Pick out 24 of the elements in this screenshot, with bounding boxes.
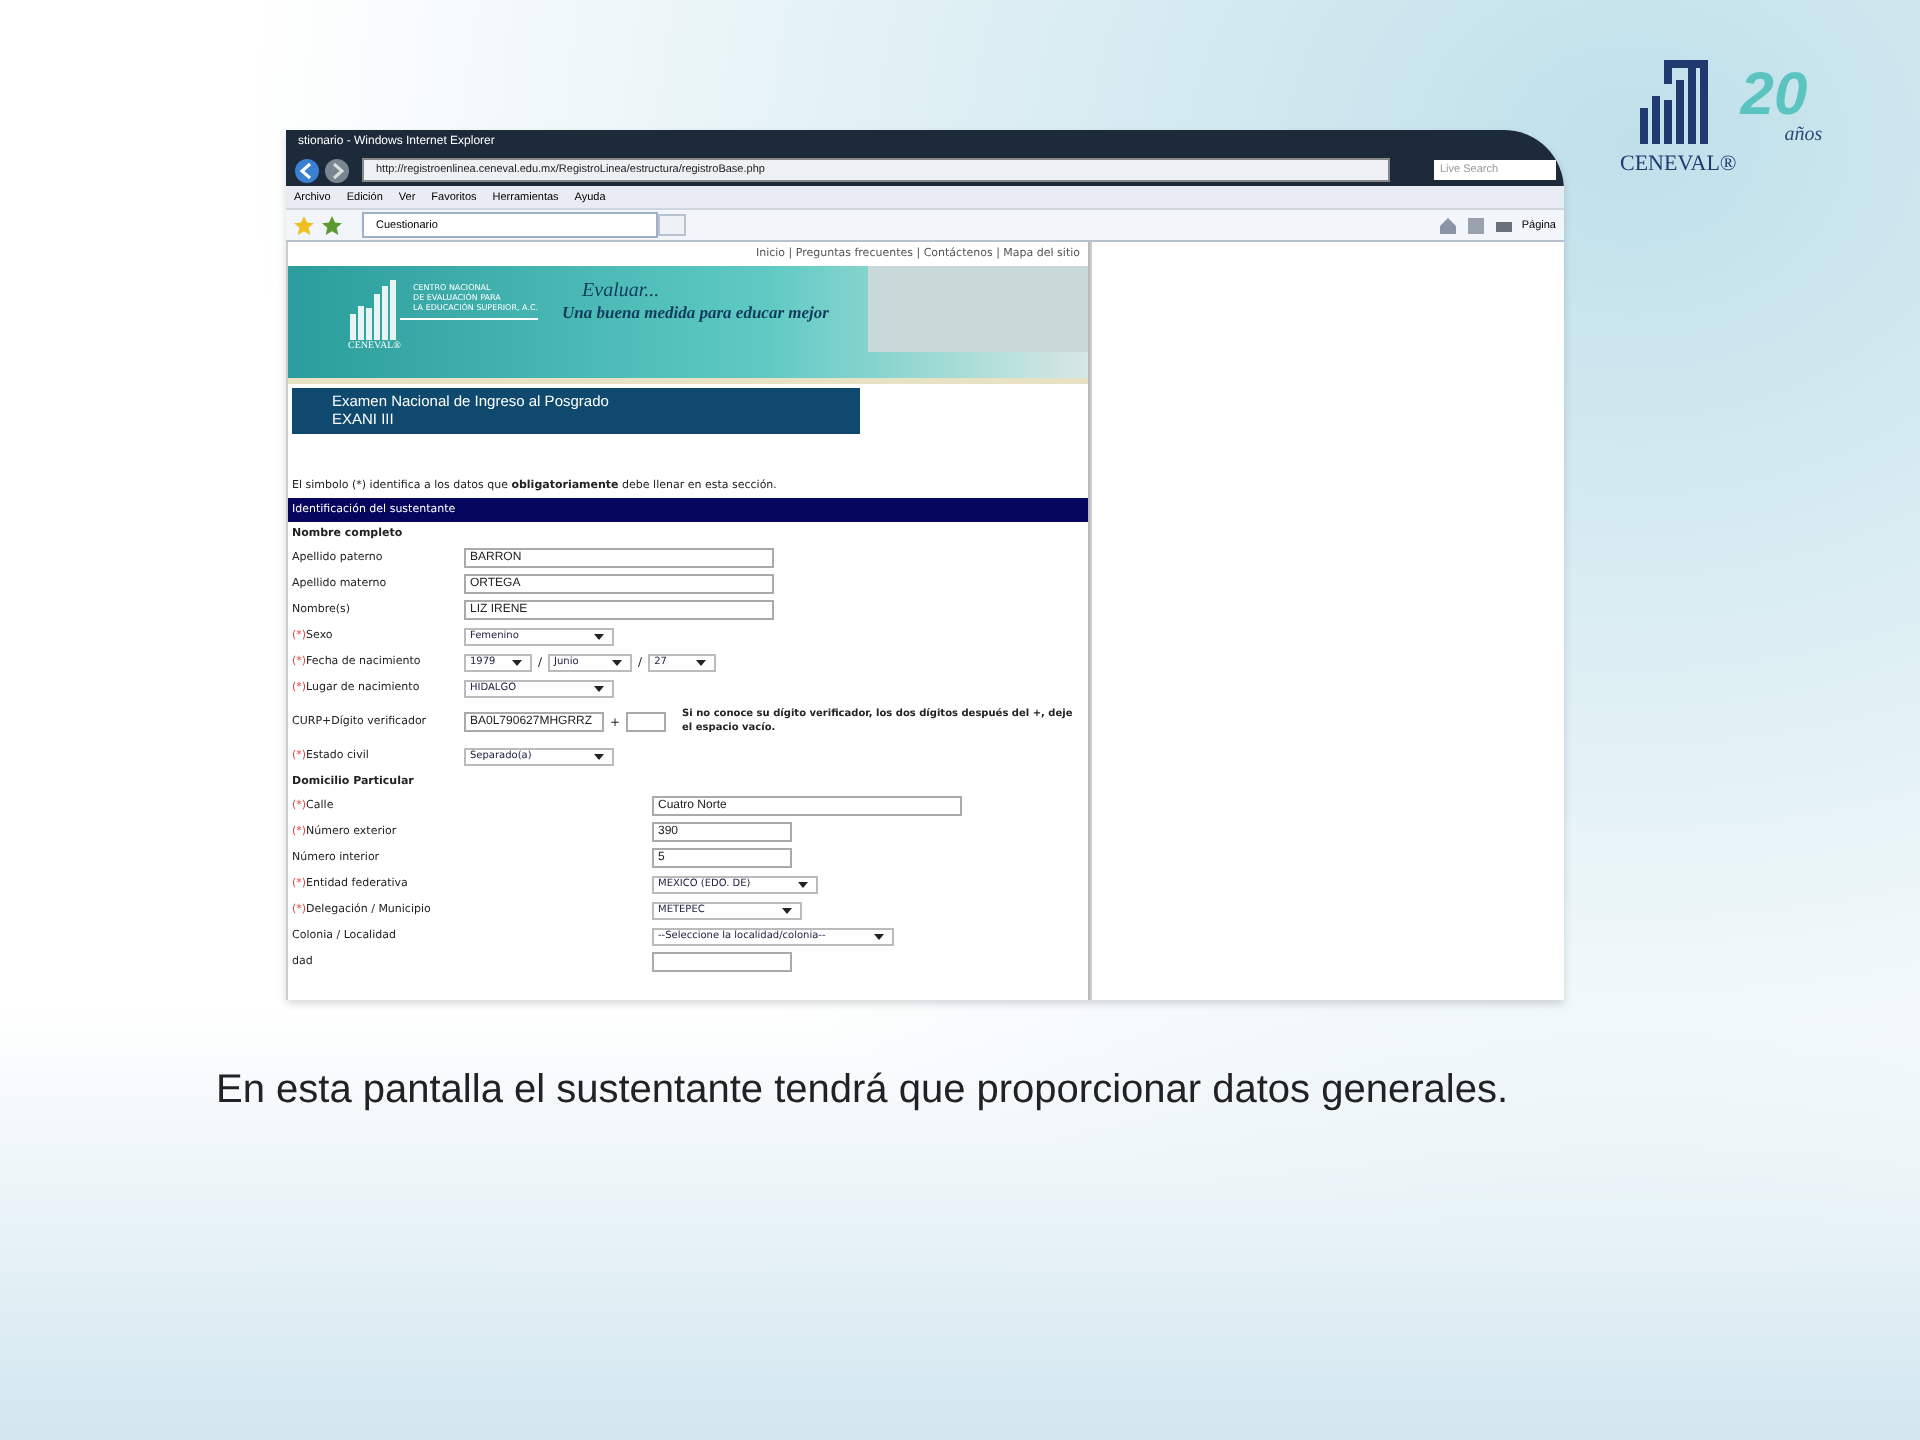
input-field[interactable] bbox=[652, 952, 792, 972]
slogan-text: Una buena medida para educar mejor bbox=[562, 302, 829, 322]
logo-mark-icon bbox=[348, 278, 401, 342]
slogan-title: Evaluar... bbox=[580, 280, 662, 302]
caret-icon bbox=[594, 753, 604, 759]
forward-icon[interactable] bbox=[324, 157, 350, 183]
caret-icon bbox=[594, 685, 604, 691]
back-icon[interactable] bbox=[294, 157, 320, 183]
caret-icon bbox=[696, 659, 707, 665]
anniversary-text: años bbox=[1784, 124, 1823, 146]
new-tab-button[interactable] bbox=[658, 214, 686, 236]
logo-text: CENEVAL® bbox=[1620, 152, 1737, 176]
caret-icon bbox=[782, 907, 792, 913]
caret-icon bbox=[512, 659, 522, 665]
anniversary-number: 20 bbox=[1740, 68, 1808, 124]
home-icon[interactable] bbox=[1437, 215, 1458, 235]
star-icon[interactable] bbox=[294, 215, 314, 235]
add-favorite-icon[interactable] bbox=[322, 215, 342, 235]
caret-icon bbox=[873, 933, 884, 939]
caret-icon bbox=[798, 881, 809, 887]
caret-icon bbox=[594, 633, 604, 639]
caret-icon bbox=[612, 659, 623, 665]
input-field[interactable] bbox=[626, 712, 667, 732]
caption-text: En esta pantalla el sustentante tendrá que proporcionar datos generales. bbox=[214, 1066, 1510, 1116]
